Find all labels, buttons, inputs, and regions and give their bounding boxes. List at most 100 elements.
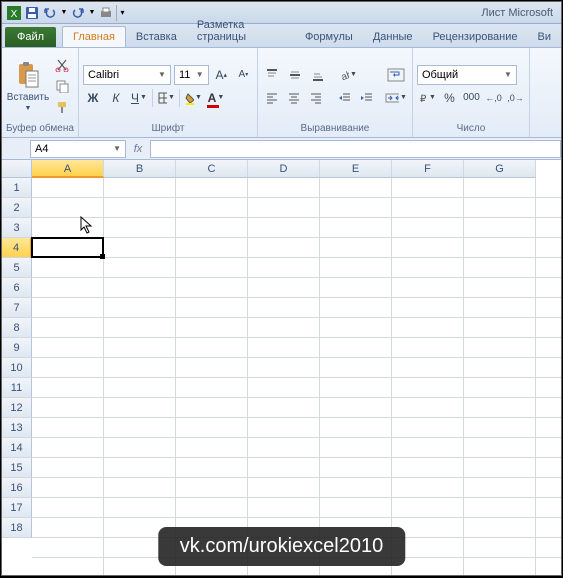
row-header[interactable]: 1 <box>2 178 32 198</box>
tab-data[interactable]: Данные <box>363 27 423 47</box>
increase-decimal-icon[interactable]: ←,0 <box>484 88 503 108</box>
increase-font-icon[interactable]: A▴ <box>212 65 231 85</box>
merge-center-icon[interactable]: ▼ <box>384 88 408 108</box>
cells-area[interactable] <box>32 178 561 575</box>
row-header[interactable]: 11 <box>2 378 32 398</box>
row-header[interactable]: 16 <box>2 478 32 498</box>
column-header[interactable]: B <box>104 160 176 178</box>
svg-text:₽: ₽ <box>420 94 427 105</box>
tab-page-layout[interactable]: Разметка страницы <box>187 15 295 47</box>
formula-input[interactable] <box>150 140 561 158</box>
paste-button[interactable]: Вставить ▼ <box>6 60 50 112</box>
italic-button[interactable]: К <box>106 88 126 108</box>
row-header[interactable]: 5 <box>2 258 32 278</box>
excel-icon[interactable]: X <box>6 5 22 21</box>
font-color-icon[interactable]: A▼ <box>206 88 226 108</box>
watermark: vk.com/urokiexcel2010 <box>158 527 405 566</box>
increase-indent-icon[interactable] <box>358 88 377 108</box>
select-all-corner[interactable] <box>2 160 32 178</box>
decrease-decimal-icon[interactable]: ,0→ <box>506 88 525 108</box>
column-header[interactable]: C <box>176 160 248 178</box>
copy-icon[interactable] <box>53 77 71 95</box>
column-header[interactable]: A <box>32 160 104 178</box>
spreadsheet-grid: ABCDEFG 123456789101112131415161718 <box>2 160 561 575</box>
redo-icon[interactable] <box>70 5 86 21</box>
column-header[interactable]: E <box>320 160 392 178</box>
tab-formulas[interactable]: Формулы <box>295 27 363 47</box>
underline-button[interactable]: Ч▼ <box>129 88 149 108</box>
paste-dropdown-icon: ▼ <box>25 105 32 112</box>
name-box-value: A4 <box>35 143 48 155</box>
chevron-down-icon: ▼ <box>113 144 121 153</box>
column-header[interactable]: F <box>392 160 464 178</box>
qat-customize-icon[interactable]: ▾ <box>116 5 126 21</box>
format-painter-icon[interactable] <box>53 98 71 116</box>
row-header[interactable]: 6 <box>2 278 32 298</box>
tab-home[interactable]: Главная <box>62 26 126 47</box>
group-clipboard: Вставить ▼ Буфер обмена <box>2 48 79 137</box>
group-alignment: ab▼ ▼ Выравнивание <box>258 48 413 137</box>
font-size-combo[interactable]: 11▼ <box>174 65 209 85</box>
borders-icon[interactable]: ▼ <box>156 88 176 108</box>
wrap-text-icon[interactable] <box>384 65 408 85</box>
group-number: Общий▼ ₽▼ % 000 ←,0 ,0→ Число <box>413 48 530 137</box>
row-header[interactable]: 9 <box>2 338 32 358</box>
group-number-label: Число <box>417 122 525 135</box>
svg-text:X: X <box>11 9 18 20</box>
redo-dropdown-icon[interactable]: ▼ <box>88 5 96 21</box>
cut-icon[interactable] <box>53 56 71 74</box>
chevron-down-icon: ▼ <box>504 70 512 79</box>
align-center-icon[interactable] <box>284 88 303 108</box>
number-format-combo[interactable]: Общий▼ <box>417 65 517 85</box>
fill-handle[interactable] <box>100 254 105 259</box>
row-header[interactable]: 12 <box>2 398 32 418</box>
font-name-combo[interactable]: Calibri▼ <box>83 65 171 85</box>
column-header[interactable]: G <box>464 160 536 178</box>
tab-view[interactable]: Ви <box>528 27 561 47</box>
column-headers: ABCDEFG <box>2 160 561 178</box>
group-font: Calibri▼ 11▼ A▴ A▾ Ж К Ч▼ ▼ ▼ A▼ <box>79 48 258 137</box>
column-header[interactable]: D <box>248 160 320 178</box>
row-header[interactable]: 4 <box>2 238 32 258</box>
excel-window: X ▼ ▼ ▾ Лист Microsoft Файл Главная Вста… <box>1 1 562 576</box>
accounting-format-icon[interactable]: ₽▼ <box>417 88 437 108</box>
row-header[interactable]: 17 <box>2 498 32 518</box>
group-alignment-label: Выравнивание <box>262 122 408 135</box>
tab-file[interactable]: Файл <box>5 27 56 47</box>
font-name-value: Calibri <box>88 69 119 81</box>
row-header[interactable]: 8 <box>2 318 32 338</box>
align-top-icon[interactable] <box>262 65 282 85</box>
row-header[interactable]: 14 <box>2 438 32 458</box>
row-header[interactable]: 7 <box>2 298 32 318</box>
svg-text:ab: ab <box>340 68 349 81</box>
tab-insert[interactable]: Вставка <box>126 27 187 47</box>
row-header[interactable]: 13 <box>2 418 32 438</box>
row-header[interactable]: 2 <box>2 198 32 218</box>
row-header[interactable]: 3 <box>2 218 32 238</box>
quick-access-toolbar: X ▼ ▼ ▾ <box>6 5 126 21</box>
comma-style-icon[interactable]: 000 <box>462 88 481 108</box>
align-left-icon[interactable] <box>262 88 281 108</box>
fx-icon[interactable]: fx <box>126 143 150 155</box>
bold-button[interactable]: Ж <box>83 88 103 108</box>
save-icon[interactable] <box>24 5 40 21</box>
paste-label: Вставить <box>7 92 49 103</box>
align-bottom-icon[interactable] <box>308 65 328 85</box>
align-right-icon[interactable] <box>306 88 325 108</box>
align-middle-icon[interactable] <box>285 65 305 85</box>
decrease-indent-icon[interactable] <box>335 88 354 108</box>
name-box[interactable]: A4 ▼ <box>30 140 126 158</box>
tab-review[interactable]: Рецензирование <box>423 27 528 47</box>
decrease-font-icon[interactable]: A▾ <box>234 65 253 85</box>
formula-bar: A4 ▼ fx <box>2 138 561 160</box>
print-preview-icon[interactable] <box>98 5 114 21</box>
row-header[interactable]: 18 <box>2 518 32 538</box>
percent-icon[interactable]: % <box>440 88 459 108</box>
row-header[interactable]: 10 <box>2 358 32 378</box>
orientation-icon[interactable]: ab▼ <box>338 65 358 85</box>
row-header[interactable]: 15 <box>2 458 32 478</box>
undo-dropdown-icon[interactable]: ▼ <box>60 5 68 21</box>
active-cell[interactable] <box>31 237 104 258</box>
fill-color-icon[interactable]: ▼ <box>183 88 203 108</box>
undo-icon[interactable] <box>42 5 58 21</box>
